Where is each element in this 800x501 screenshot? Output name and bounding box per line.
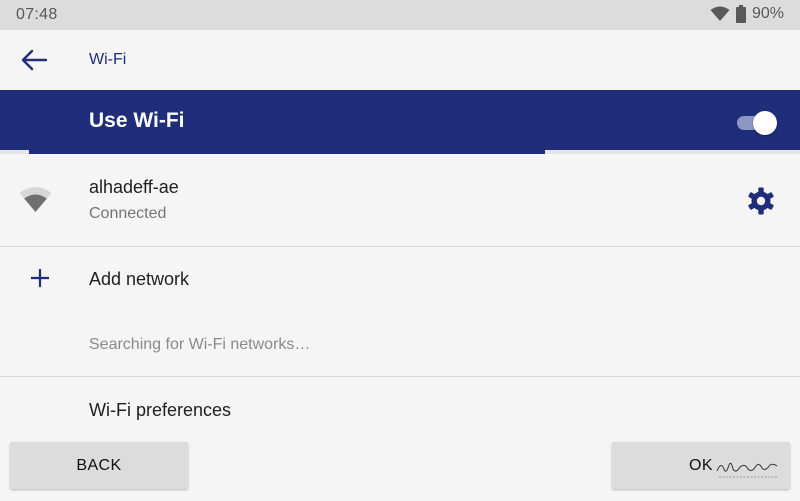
scan-status-row: Searching for Wi-Fi networks… — [0, 312, 800, 376]
status-bar: 07:48 90% — [0, 0, 800, 30]
gear-icon[interactable] — [746, 186, 776, 216]
use-wifi-switch-bar[interactable]: Use Wi-Fi — [0, 90, 800, 154]
battery-percentage: 90% — [751, 5, 784, 22]
status-indicators: 90% — [710, 5, 784, 23]
scan-status-text: Searching for Wi-Fi networks… — [89, 336, 311, 353]
plus-icon — [31, 269, 49, 287]
status-time: 07:48 — [16, 6, 58, 23]
network-status: Connected — [89, 205, 167, 222]
use-wifi-toggle[interactable] — [737, 110, 779, 135]
wifi-preferences-row[interactable]: Wi-Fi preferences — [0, 377, 800, 441]
arrow-left-icon[interactable] — [20, 48, 48, 72]
ok-label: OK — [689, 457, 713, 474]
wifi-signal-icon — [19, 187, 52, 212]
battery-icon — [735, 5, 746, 23]
app-bar: Wi-Fi — [0, 30, 800, 90]
wifi-signal-icon — [710, 6, 730, 21]
connected-network-row[interactable]: alhadeff-ae Connected — [0, 154, 800, 246]
signature-watermark — [716, 462, 778, 478]
use-wifi-label: Use Wi-Fi — [89, 109, 185, 132]
page-title: Wi-Fi — [89, 51, 127, 68]
wifi-settings-screen: 07:48 90% Wi-Fi Use Wi-Fi alhadeff-ae Co… — [0, 0, 800, 501]
network-name: alhadeff-ae — [89, 177, 179, 197]
add-network-row[interactable]: Add network — [0, 247, 800, 312]
toggle-thumb — [753, 111, 777, 135]
back-button[interactable]: BACK — [10, 442, 188, 489]
add-network-label: Add network — [89, 269, 190, 289]
wifi-preferences-label: Wi-Fi preferences — [89, 400, 232, 420]
